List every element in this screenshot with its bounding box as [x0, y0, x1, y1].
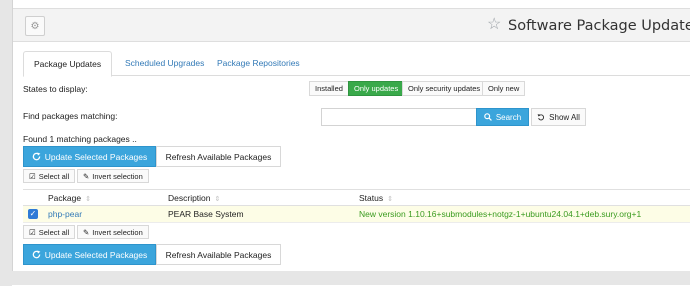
filter-only-security-updates[interactable]: Only security updates: [402, 81, 487, 96]
search-icon: [484, 113, 492, 121]
column-header-description[interactable]: Description ⇕: [168, 193, 220, 203]
page-header: ⚙ ☆ Software Package Updates: [13, 8, 690, 42]
page-title: Software Package Updates: [508, 18, 690, 34]
show-all-label: Show All: [549, 112, 580, 122]
left-gutter: [0, 0, 12, 286]
table-row: ✓ php-pear PEAR Base System New version …: [23, 206, 690, 223]
gear-icon[interactable]: ⚙: [25, 16, 45, 36]
update-selected-label: Update Selected Packages: [44, 249, 148, 260]
tab-bar: Package Updates Scheduled Upgrades Packa…: [23, 51, 690, 77]
result-count: Found 1 matching packages ..: [23, 134, 137, 144]
show-all-button[interactable]: Show All: [531, 108, 586, 126]
column-header-package[interactable]: Package ⇕: [48, 193, 91, 203]
package-name-link[interactable]: php-pear: [48, 209, 82, 219]
invert-selection-button-top[interactable]: ✎ Invert selection: [77, 169, 149, 183]
column-label: Status: [359, 193, 384, 203]
edit-icon: ✎: [83, 171, 90, 181]
invert-selection-label: Invert selection: [92, 227, 143, 237]
table-header: Package ⇕ Description ⇕ Status ⇕: [23, 189, 690, 206]
filter-only-new[interactable]: Only new: [482, 81, 526, 96]
update-selected-button-bottom[interactable]: Update Selected Packages: [23, 244, 156, 265]
sort-icon: ⇕: [387, 196, 393, 203]
tab-scheduled-upgrades[interactable]: Scheduled Upgrades: [115, 51, 214, 76]
star-icon[interactable]: ☆: [487, 16, 501, 34]
refresh-available-button-bottom[interactable]: Refresh Available Packages: [156, 244, 281, 265]
row-checkbox[interactable]: ✓: [28, 209, 38, 219]
update-selected-button-top[interactable]: Update Selected Packages: [23, 146, 156, 167]
invert-selection-button-bottom[interactable]: ✎ Invert selection: [77, 225, 149, 239]
edit-icon: ✎: [83, 227, 90, 237]
column-label: Package: [48, 193, 82, 203]
search-input[interactable]: [321, 108, 477, 126]
package-description: PEAR Base System: [168, 209, 244, 219]
update-selected-label: Update Selected Packages: [44, 151, 148, 162]
search-label: Find packages matching:: [23, 111, 118, 121]
refresh-available-button-top[interactable]: Refresh Available Packages: [156, 146, 281, 167]
select-all-label: Select all: [38, 171, 70, 181]
column-header-status[interactable]: Status ⇕: [359, 193, 393, 203]
column-label: Description: [168, 193, 211, 203]
filter-only-updates[interactable]: Only updates: [348, 81, 405, 96]
sort-icon: ⇕: [85, 196, 91, 203]
invert-selection-label: Invert selection: [92, 171, 143, 181]
tab-package-updates[interactable]: Package Updates: [23, 51, 113, 77]
sort-icon: ⇕: [214, 196, 221, 203]
package-status: New version 1.10.16+submodules+notgz-1+u…: [359, 209, 642, 219]
select-all-button-bottom[interactable]: ☑ Select all: [23, 225, 76, 239]
filter-installed[interactable]: Installed: [309, 81, 349, 96]
search-button-label: Search: [495, 112, 522, 122]
refresh-icon: [32, 152, 41, 161]
main-panel: ⚙ ☆ Software Package Updates Package Upd…: [1, 0, 690, 285]
checkbox-icon: ☑: [29, 227, 36, 237]
undo-icon: [537, 114, 545, 121]
states-label: States to display:: [23, 84, 88, 94]
refresh-icon: [32, 250, 41, 259]
search-button[interactable]: Search: [476, 108, 529, 126]
select-all-button-top[interactable]: ☑ Select all: [23, 169, 76, 183]
select-all-label: Select all: [38, 227, 70, 237]
checkbox-icon: ☑: [29, 171, 36, 181]
tab-package-repositories[interactable]: Package Repositories: [207, 51, 310, 76]
